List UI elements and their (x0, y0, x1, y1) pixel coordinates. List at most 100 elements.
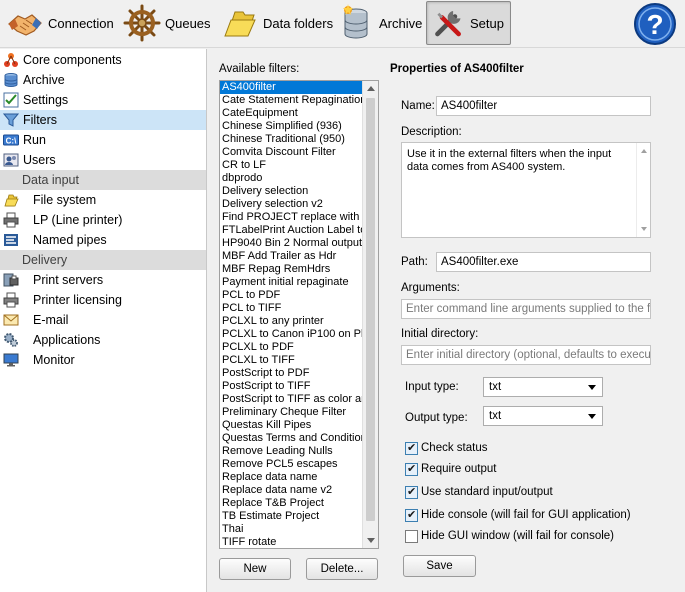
sidebar-item-filters[interactable]: Filters (0, 110, 206, 130)
sidebar-item-label: Archive (23, 73, 65, 87)
sidebar-item-file-system[interactable]: File system (0, 190, 206, 210)
scroll-down-icon[interactable] (641, 227, 647, 231)
filter-list-item[interactable]: PCL to PDF (220, 289, 363, 302)
filter-list-item[interactable]: PostScript to TIFF as color ar (220, 393, 363, 406)
hide-gui-window-checkbox[interactable]: Hide GUI window (will fail for console) (405, 528, 614, 544)
sidebar-item-applications[interactable]: Applications (0, 330, 206, 350)
sidebar-item-run[interactable]: C:\ Run (0, 130, 206, 150)
scroll-up-icon[interactable] (641, 149, 647, 153)
delete-button[interactable]: Delete... (306, 558, 378, 580)
input-type-select[interactable]: txt (483, 377, 603, 397)
check-status-checkbox[interactable]: ✔ Check status (405, 440, 487, 456)
sidebar-item-core-components[interactable]: Core components (0, 50, 206, 70)
filter-list-item[interactable]: Remove Leading Nulls (220, 445, 363, 458)
filter-list-item[interactable]: PCLXL to any printer (220, 315, 363, 328)
filter-list-item[interactable]: Delivery selection (220, 185, 363, 198)
sidebar-item-settings[interactable]: Settings (0, 90, 206, 110)
checkbox-box[interactable]: ✔ (405, 508, 418, 522)
save-button[interactable]: Save (403, 555, 476, 577)
run-icon: C:\ (3, 134, 19, 146)
filter-list-item[interactable]: PCLXL to TIFF (220, 354, 363, 367)
output-type-select[interactable]: txt (483, 406, 603, 426)
filter-list-item[interactable]: PostScript to PDF (220, 367, 363, 380)
hide-console-checkbox[interactable]: ✔ Hide console (will fail for GUI applic… (405, 507, 631, 523)
filter-list-item[interactable]: FTLabelPrint Auction Label to (220, 224, 363, 237)
pipes-icon (4, 234, 18, 246)
connection-button[interactable]: Connection (2, 1, 120, 45)
filter-list-item[interactable]: PostScript to TIFF (220, 380, 363, 393)
filter-list-item[interactable]: Questas Kill Pipes (220, 419, 363, 432)
filter-list-item[interactable]: Chinese Traditional (950) (220, 133, 363, 146)
sidebar-item-label: Print servers (33, 273, 104, 287)
filter-list-item[interactable]: dbprodo (220, 172, 363, 185)
checkbox-label: Check status (421, 442, 488, 454)
description-scrollbar[interactable] (636, 143, 650, 237)
filter-list-item[interactable]: Thai (220, 523, 363, 536)
filter-list-item[interactable]: Replace data name (220, 471, 363, 484)
filter-list[interactable]: AS400filter Cate Statement Repagination Ca… (220, 81, 363, 548)
filter-list-item[interactable]: Delivery selection v2 (220, 198, 363, 211)
sidebar-item-email[interactable]: E-mail (0, 310, 206, 330)
sidebar-item-lp[interactable]: LP (Line printer) (0, 210, 206, 230)
filter-list-item[interactable]: Replace T&B Project (220, 497, 363, 510)
filter-listbox[interactable]: AS400filter Cate Statement Repagination Ca… (219, 80, 379, 549)
filter-list-scrollbar[interactable] (362, 81, 378, 548)
name-field[interactable]: AS400filter (436, 96, 651, 116)
scroll-down-icon[interactable] (367, 538, 375, 543)
require-output-checkbox[interactable]: ✔ Require output (405, 461, 496, 477)
filter-list-item[interactable]: CateEquipment (220, 107, 363, 120)
description-label: Description: (401, 126, 462, 138)
filter-list-item[interactable]: TB Estimate Project (220, 510, 363, 523)
checkbox-box[interactable]: ✔ (405, 485, 418, 499)
setup-button[interactable]: Setup (426, 1, 511, 45)
arguments-field[interactable]: Enter command line arguments supplied to… (401, 299, 651, 319)
sidebar-item-named-pipes[interactable]: Named pipes (0, 230, 206, 250)
archive-button[interactable]: Archive (333, 1, 428, 45)
filter-list-item[interactable]: Chinese Simplified (936) (220, 120, 363, 133)
filter-list-item[interactable]: AS400filter (220, 81, 363, 94)
filter-list-item[interactable]: MBF Repag RemHdrs (220, 263, 363, 276)
checkmark-icon: ✔ (407, 508, 417, 521)
checkbox-box[interactable]: ✔ (405, 462, 418, 476)
properties-title: Properties of AS400filter (390, 63, 524, 75)
sidebar-item-printer-licensing[interactable]: Printer licensing (0, 290, 206, 310)
filter-list-item[interactable]: Replace data name v2 (220, 484, 363, 497)
use-standard-io-checkbox[interactable]: ✔ Use standard input/output (405, 484, 553, 500)
scroll-up-icon[interactable] (367, 86, 375, 91)
checkbox-label: Hide console (will fail for GUI applicat… (421, 509, 631, 521)
checkbox-label: Require output (421, 463, 497, 475)
checkmark-icon: ✔ (407, 441, 417, 454)
filter-list-item[interactable]: Preliminary Cheque Filter (220, 406, 363, 419)
path-label: Path: (401, 256, 428, 268)
sidebar-item-label: Users (23, 153, 56, 167)
filter-list-item[interactable]: MBF Add Trailer as Hdr (220, 250, 363, 263)
queues-button[interactable]: Queues (119, 1, 217, 45)
filter-list-item[interactable]: Comvita Discount Filter (220, 146, 363, 159)
path-field[interactable]: AS400filter.exe (436, 252, 651, 272)
checkbox-box[interactable]: ✔ (405, 441, 418, 455)
sidebar-item-print-servers[interactable]: Print servers (0, 270, 206, 290)
filter-list-item[interactable]: HP9040 Bin 2 Normal output (220, 237, 363, 250)
sidebar-item-monitor[interactable]: Monitor (0, 350, 206, 370)
filter-list-item[interactable]: TIFF rotate (220, 536, 363, 548)
initial-directory-field[interactable]: Enter initial directory (optional, defau… (401, 345, 651, 365)
help-icon[interactable]: ? (632, 2, 678, 46)
filter-list-item[interactable]: Remove PCL5 escapes (220, 458, 363, 471)
filter-list-item[interactable]: Find PROJECT replace with S (220, 211, 363, 224)
checkbox-box[interactable] (405, 529, 418, 543)
sidebar-item-users[interactable]: Users (0, 150, 206, 170)
filter-list-item[interactable]: PCLXL to Canon iP100 on Plat (220, 328, 363, 341)
input-type-label: Input type: (405, 381, 459, 393)
svg-text:C:\: C:\ (6, 137, 17, 146)
sidebar-item-archive[interactable]: Archive (0, 70, 206, 90)
filter-list-item[interactable]: Cate Statement Repagination (220, 94, 363, 107)
scroll-thumb[interactable] (366, 98, 375, 521)
data-folders-button[interactable]: Data folders (217, 1, 339, 45)
description-field[interactable]: Use it in the external filters when the … (401, 142, 651, 238)
filter-list-item[interactable]: CR to LF (220, 159, 363, 172)
filter-list-item[interactable]: PCL to TIFF (220, 302, 363, 315)
filter-list-item[interactable]: Questas Terms and Conditions (220, 432, 363, 445)
filter-list-item[interactable]: PCLXL to PDF (220, 341, 363, 354)
filter-list-item[interactable]: Payment initial repaginate (220, 276, 363, 289)
new-button[interactable]: New (219, 558, 291, 580)
